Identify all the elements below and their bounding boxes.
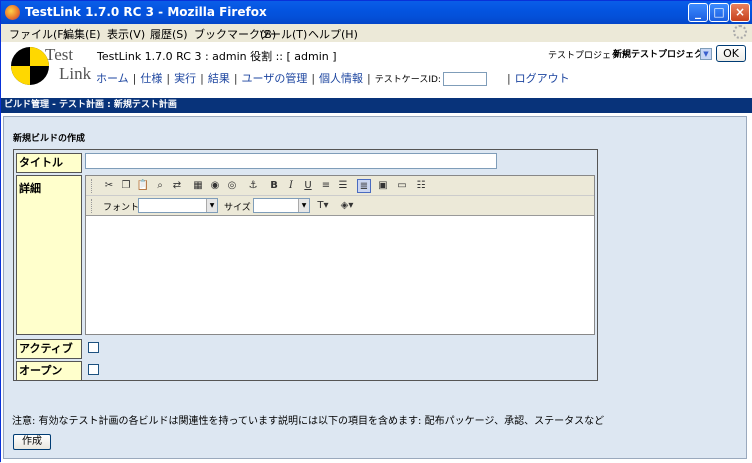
find-icon[interactable]: ⌕ bbox=[153, 179, 167, 193]
breadcrumb: ビルド管理 - テスト計画 : 新規テスト計画 bbox=[1, 98, 752, 113]
open-label: オープン bbox=[16, 361, 82, 381]
menu-help[interactable]: ヘルプ(H) bbox=[308, 26, 358, 42]
active-label: アクティブ bbox=[16, 339, 82, 359]
window-title: TestLink 1.7.0 RC 3 - Mozilla Firefox bbox=[25, 5, 267, 19]
nav-results[interactable]: 結果 bbox=[208, 72, 230, 85]
main-nav: ホーム | 仕様 | 実行 | 結果 | ユーザの管理 | 個人情報 | テストケースID: | ログアウト bbox=[96, 72, 570, 86]
link-icon[interactable]: ◉ bbox=[208, 179, 222, 193]
menu-view[interactable]: 表示(V) bbox=[107, 26, 145, 42]
image-icon[interactable]: ▣ bbox=[376, 179, 390, 193]
detail-label: 詳細 bbox=[16, 175, 82, 335]
minimize-button[interactable]: _ bbox=[688, 3, 708, 22]
editor-toolbar-top: ✂ ❐ 📋 ⌕ ⇄ ▦ ◉ ◎ ⚓ B I U ≡ ☰ ≣ ▣ ▭ ☷ bbox=[86, 176, 594, 196]
italic-icon[interactable]: I bbox=[284, 179, 298, 193]
create-button[interactable]: 作成 bbox=[13, 434, 51, 450]
firefox-icon bbox=[5, 5, 20, 20]
nav-personal-info[interactable]: 個人情報 bbox=[319, 72, 363, 85]
section-title: 新規ビルドの作成 bbox=[13, 134, 86, 144]
chevron-down-icon: ▼ bbox=[206, 199, 217, 212]
page-content: Test Link TestLink 1.7.0 RC 3 : admin 役割… bbox=[1, 42, 752, 463]
title-label: タイトル bbox=[16, 153, 82, 173]
testlink-logo-icon bbox=[11, 47, 49, 85]
project-select[interactable]: 新規テストプロジェクト bbox=[613, 47, 712, 60]
font-label: フォント bbox=[103, 203, 140, 213]
menu-history[interactable]: 履歴(S) bbox=[150, 26, 188, 42]
anchor-icon[interactable]: ⚓ bbox=[246, 179, 260, 193]
testcase-id-label: テストケースID: bbox=[374, 75, 441, 85]
unordered-list-icon[interactable]: ☰ bbox=[336, 179, 350, 193]
toolbar-grip bbox=[91, 179, 94, 193]
logo-text-test: Test bbox=[45, 45, 74, 64]
background-color-icon[interactable]: ◈▾ bbox=[338, 199, 356, 213]
close-button[interactable]: × bbox=[730, 3, 750, 22]
menu-file[interactable]: ファイル(F) bbox=[9, 26, 68, 42]
size-label: サイズ bbox=[224, 203, 251, 213]
toolbar-grip bbox=[91, 199, 94, 213]
flash-icon[interactable]: ▭ bbox=[395, 179, 409, 193]
table-icon[interactable]: ▦ bbox=[191, 179, 205, 193]
title-input[interactable] bbox=[85, 153, 497, 169]
ordered-list-icon[interactable]: ≡ bbox=[319, 179, 333, 193]
underline-icon[interactable]: U bbox=[301, 179, 315, 193]
create-build-form: タイトル 詳細 ✂ ❐ 📋 ⌕ ⇄ ▦ ◉ ◎ ⚓ B I U ≡ ☰ ≣ ▣ … bbox=[13, 149, 598, 381]
testcase-id-input[interactable] bbox=[442, 72, 487, 86]
horizontal-rule-icon[interactable]: ☷ bbox=[414, 179, 428, 193]
cut-icon[interactable]: ✂ bbox=[102, 179, 116, 193]
size-select[interactable]: ▼ bbox=[253, 198, 310, 213]
chevron-down-icon[interactable]: ▼ bbox=[700, 48, 712, 60]
rich-text-editor: ✂ ❐ 📋 ⌕ ⇄ ▦ ◉ ◎ ⚓ B I U ≡ ☰ ≣ ▣ ▭ ☷ フォント… bbox=[85, 175, 595, 335]
menu-bar: ファイル(F) 編集(E) 表示(V) 履歴(S) ブックマーク(B) ツール(… bbox=[1, 24, 752, 42]
replace-icon[interactable]: ⇄ bbox=[170, 179, 184, 193]
editor-toolbar-bottom: フォント ▼ サイズ ▼ T▾ ◈▾ bbox=[86, 196, 594, 216]
nav-home[interactable]: ホーム bbox=[96, 72, 129, 85]
active-checkbox[interactable] bbox=[88, 342, 99, 353]
text-color-icon[interactable]: T▾ bbox=[314, 199, 332, 213]
nav-user-management[interactable]: ユーザの管理 bbox=[242, 72, 308, 85]
ok-button[interactable]: OK bbox=[716, 45, 746, 62]
font-select[interactable]: ▼ bbox=[138, 198, 218, 213]
work-area: 新規ビルドの作成 タイトル 詳細 ✂ ❐ 📋 ⌕ ⇄ ▦ ◉ ◎ ⚓ B I U… bbox=[3, 116, 747, 459]
maximize-button[interactable]: □ bbox=[709, 3, 729, 22]
browser-window: TestLink 1.7.0 RC 3 - Mozilla Firefox _ … bbox=[0, 0, 752, 463]
logout-link[interactable]: ログアウト bbox=[515, 72, 570, 85]
copy-icon[interactable]: ❐ bbox=[119, 179, 133, 193]
throbber-icon bbox=[733, 25, 747, 39]
unlink-icon[interactable]: ◎ bbox=[225, 179, 239, 193]
align-left-icon[interactable]: ≣ bbox=[357, 179, 371, 193]
chevron-down-icon: ▼ bbox=[298, 199, 309, 212]
bold-icon[interactable]: B bbox=[267, 179, 281, 193]
paste-icon[interactable]: 📋 bbox=[136, 179, 150, 193]
app-title: TestLink 1.7.0 RC 3 : admin 役割 :: [ admi… bbox=[97, 50, 337, 63]
logo-text-link: Link bbox=[59, 64, 92, 83]
nav-execute[interactable]: 実行 bbox=[174, 72, 196, 85]
page-header: Test Link TestLink 1.7.0 RC 3 : admin 役割… bbox=[1, 42, 752, 91]
title-bar: TestLink 1.7.0 RC 3 - Mozilla Firefox _ … bbox=[1, 1, 752, 24]
open-checkbox[interactable] bbox=[88, 364, 99, 375]
menu-tools[interactable]: ツール(T) bbox=[259, 26, 307, 42]
menu-edit[interactable]: 編集(E) bbox=[63, 26, 101, 42]
note-text: 注意: 有効なテスト計画の各ビルドは関連性を持っています説明には以下の項目を含め… bbox=[12, 416, 605, 427]
nav-spec[interactable]: 仕様 bbox=[140, 72, 162, 85]
